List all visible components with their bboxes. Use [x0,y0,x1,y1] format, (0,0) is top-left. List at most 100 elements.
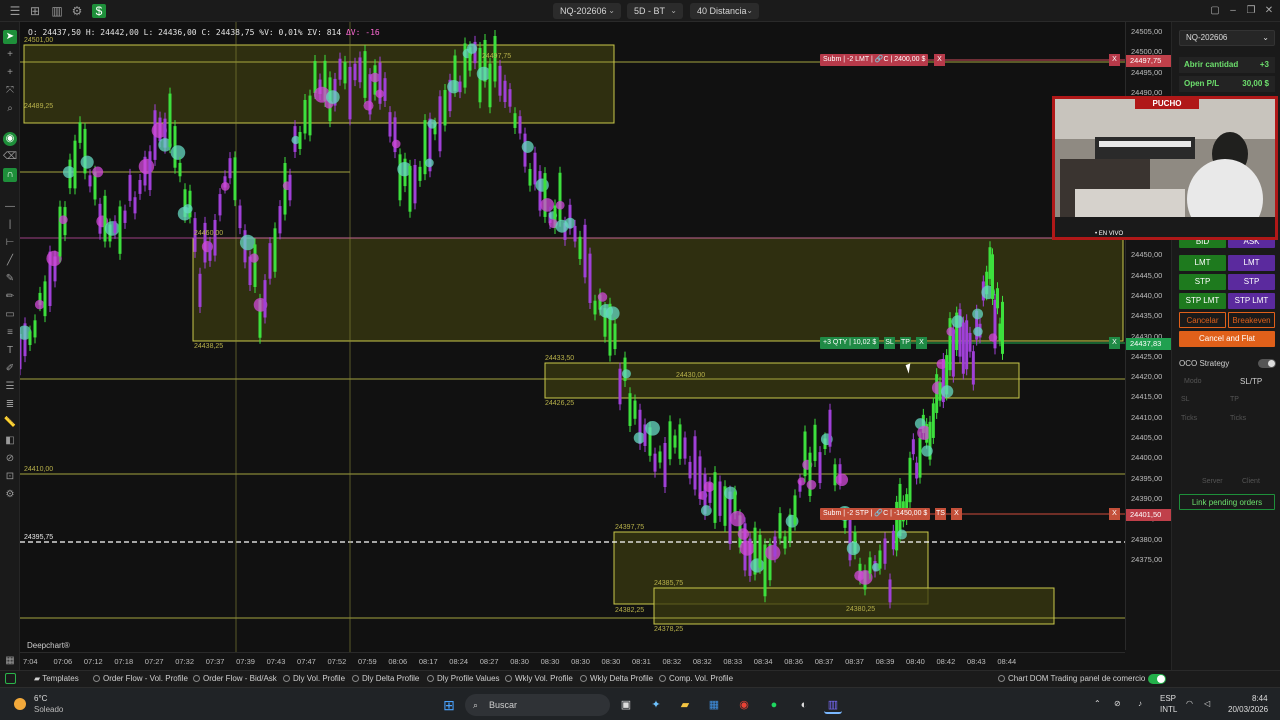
limit-order-axis-close[interactable]: X [1109,54,1120,66]
add-icon[interactable]: + [3,66,17,80]
buy-limit-button[interactable]: LMT [1179,255,1226,271]
position-axis-close[interactable]: X [1109,337,1120,349]
buy-stop-button[interactable]: STP [1179,274,1226,290]
templates-menu[interactable]: ▰ Templates [34,674,79,683]
list-icon[interactable]: ☰ [3,380,17,394]
buy-stop-limit-button[interactable]: STP LMT [1179,293,1226,309]
marker-icon[interactable]: ✐ [3,362,17,376]
distance-select[interactable]: 40 Distancia ⌄ [690,3,759,19]
restore-icon[interactable]: ▢ [1208,4,1222,18]
template-item[interactable]: Dly Profile Values [427,674,500,683]
brush-icon[interactable]: ✎ [3,272,17,286]
crosshair-icon[interactable]: + [3,48,17,62]
deepchart-icon[interactable]: ▥ [824,696,842,714]
ray-icon[interactable]: ⊢ [3,236,17,250]
magnet-icon[interactable]: ∩ [3,168,17,182]
trailing-stop-button[interactable]: TS [935,508,946,520]
eraser-icon[interactable]: ⌫ [3,150,17,164]
server-radio[interactable]: Server [1202,478,1223,485]
spotify-icon[interactable]: ● [765,696,783,714]
panel-symbol-select[interactable]: NQ-202606 ⌄ [1179,30,1275,46]
language-2[interactable]: INTL [1160,705,1177,714]
take-profit-button[interactable]: TP [900,337,911,349]
language-1[interactable]: ESP [1160,694,1176,703]
template-item[interactable]: Comp. Vol. Profile [659,674,733,683]
stop-loss-button[interactable]: SL [884,337,895,349]
template-item[interactable]: Order Flow - Bid/Ask [193,674,277,683]
horizontal-line-icon[interactable]: — [3,200,17,214]
symbol-select[interactable]: NQ-202606 ⌄ [553,3,621,19]
fib-icon[interactable]: ≡ [3,326,17,340]
tray-chevron-icon[interactable]: ⌃ [1094,699,1101,708]
breakeven-button[interactable]: Breakeven [1228,312,1275,328]
chrome-icon[interactable]: ◉ [735,696,753,714]
limit-order-close-button[interactable]: X [934,54,945,66]
template-item[interactable]: Dly Delta Profile [352,674,419,683]
minimize-icon[interactable]: – [1226,4,1240,18]
sell-limit-button[interactable]: LMT [1228,255,1275,271]
stop-order-tag[interactable]: Subm | -2 STP | 🔗C | -1450,00 $ [820,508,931,520]
link-pending-orders-button[interactable]: Link pending orders [1179,494,1275,510]
taskbar-search[interactable]: ⌕ Buscar [465,694,610,716]
templates-toggle-icon[interactable] [5,673,16,684]
pencil-icon[interactable]: ✏ [3,290,17,304]
text-icon[interactable]: T [3,344,17,358]
wifi-icon[interactable]: ◠ [1186,699,1193,708]
rectangle-icon[interactable]: ▭ [3,308,17,322]
chart-dom-trading[interactable]: Chart DOM Trading [998,674,1077,683]
zoom-icon[interactable]: ⌕ [3,102,17,116]
sell-stop-button[interactable]: STP [1228,274,1275,290]
maximize-icon[interactable]: ❐ [1244,4,1258,18]
position-close-button[interactable]: X [916,337,927,349]
clock-date[interactable]: 20/03/2026 [1228,705,1268,714]
template-item[interactable]: Wkly Vol. Profile [505,674,573,683]
clock-time[interactable]: 8:44 [1252,694,1268,703]
hide-icon[interactable]: ⊘ [3,452,17,466]
delete-icon[interactable]: ⚙ [3,488,17,502]
store-icon[interactable]: ▦ [705,696,723,714]
ruler-icon[interactable]: 📏 [3,416,17,430]
volume-icon[interactable]: ◁ [1204,699,1210,708]
chart-type-icon[interactable]: ▥ [50,4,64,18]
layout-icon[interactable]: ⊞ [28,4,42,18]
template-item[interactable]: Wkly Delta Profile [580,674,653,683]
client-radio[interactable]: Client [1242,478,1260,485]
task-view-icon[interactable]: ▣ [617,696,635,714]
stop-order-axis-close[interactable]: X [1109,508,1120,520]
stop-order-close-button[interactable]: X [951,508,962,520]
template-item[interactable]: Dly Vol. Profile [283,674,345,683]
fill-icon[interactable]: ◧ [3,434,17,448]
time-axis[interactable]: 7:04 07:06 07:12 07:18 07:27 07:32 07:37 07:39 0… [20,652,1125,670]
microphone-icon[interactable]: ♪ [1138,699,1142,708]
template-item[interactable]: Order Flow - Vol. Profile [93,674,188,683]
vertical-line-icon[interactable]: | [3,218,17,232]
panel-toggle-icon[interactable]: ▦ [3,654,17,668]
cancel-button[interactable]: Cancelar [1179,312,1226,328]
windows-start-icon[interactable]: ⊞ [440,696,458,714]
network-icon[interactable]: ⊘ [1114,699,1121,708]
position-tag[interactable]: +3 QTY | 10,02 $ [820,337,880,349]
weather-icon[interactable] [14,698,26,710]
levels-icon[interactable]: ≣ [3,398,17,412]
settings-icon[interactable]: ⚙ [70,4,84,18]
cursor-icon[interactable]: ➤ [3,30,17,44]
mode-select[interactable]: SL/TP [1240,377,1262,386]
pan-icon[interactable]: ⤧ [3,84,17,98]
oco-toggle[interactable] [1258,359,1276,368]
trading-panel-toggle[interactable] [1148,674,1166,684]
lock-icon[interactable]: ⊡ [3,470,17,484]
close-icon[interactable]: ✕ [1262,4,1276,18]
dollar-icon[interactable]: $ [92,4,106,18]
trendline-icon[interactable]: ╱ [3,254,17,268]
cancel-and-flat-button[interactable]: Cancel and Flat [1179,331,1275,347]
eye-icon[interactable]: ◉ [3,132,17,146]
obs-icon[interactable]: ◐ [795,696,813,714]
price-chart[interactable]: O: 24437,50 H: 24442,00 L: 24436,00 C: 2… [20,22,1125,670]
menu-icon[interactable]: ☰ [8,4,22,18]
limit-order-tag[interactable]: Subm | -2 LMT | 🔗C | 2400,00 $ [820,54,929,66]
timeframe-select[interactable]: 5D - BT ⌄ [627,3,683,19]
file-explorer-icon[interactable]: ▰ [676,696,694,714]
sell-stop-limit-button[interactable]: STP LMT [1228,293,1275,309]
copilot-icon[interactable]: ✦ [647,696,665,714]
price-tick-label: 24380,00 [1131,534,1163,544]
